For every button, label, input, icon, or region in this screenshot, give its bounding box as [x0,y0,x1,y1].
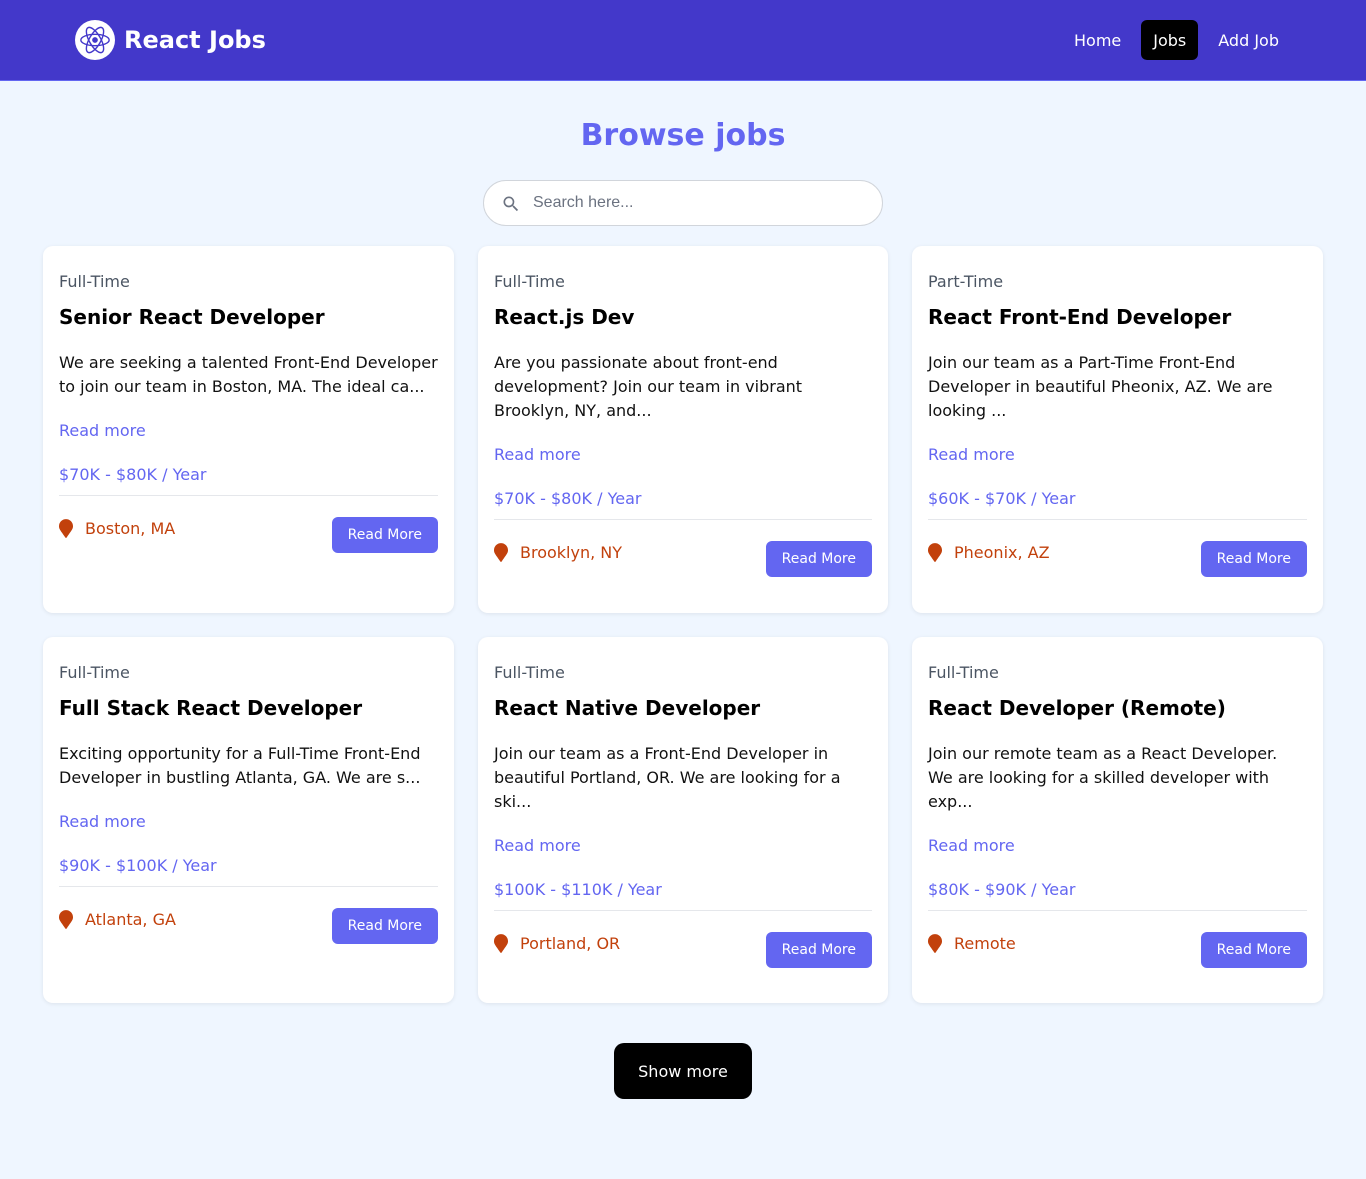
read-more-button[interactable]: Read More [1200,541,1307,577]
job-location: Portland, OR [494,934,620,953]
read-more-button[interactable]: Read More [331,517,438,553]
job-type: Full-Time [928,663,999,682]
read-more-button[interactable]: Read More [331,908,438,944]
nav-home[interactable]: Home [1062,20,1133,60]
job-location: Boston, MA [59,519,175,538]
job-grid: Full-Time Senior React Developer We are se… [43,246,1323,1003]
job-salary: $70K - $80K / Year [59,465,207,484]
job-location: Brooklyn, NY [494,543,622,562]
card-footer: Brooklyn, NY Read More [494,541,872,577]
read-more-link[interactable]: Read more [59,810,146,834]
search-input[interactable] [533,183,863,223]
job-location: Remote [928,934,1016,953]
read-more-link[interactable]: Read more [928,443,1015,467]
map-pin-icon [928,934,942,953]
job-card: Full-Time React.js Dev Are you passionate … [478,246,888,613]
job-description: Are you passionate about front-end devel… [494,353,803,420]
card-footer: Remote Read More [928,932,1307,968]
read-more-button[interactable]: Read More [765,541,872,577]
job-location-text: Remote [954,934,1016,953]
job-salary: $60K - $70K / Year [928,489,1076,508]
brand-link[interactable]: React Jobs [75,20,266,60]
job-type: Full-Time [494,663,565,682]
brand-name: React Jobs [124,26,266,54]
job-card: Full-Time React Native Developer Join our … [478,637,888,1003]
job-salary: $70K - $80K / Year [494,489,642,508]
job-card: Full-Time Full Stack React Developer Excit… [43,637,454,1003]
search-icon [503,196,519,212]
job-salary: $100K - $110K / Year [494,880,662,899]
job-location-text: Boston, MA [85,519,176,538]
divider [59,495,438,496]
divider [928,519,1307,520]
nav-add-job[interactable]: Add Job [1206,20,1291,60]
job-description: Join our team as a Part-Time Front-End D… [928,353,1273,420]
map-pin-icon [494,543,508,562]
job-title: Senior React Developer [59,305,325,329]
divider [59,886,438,887]
job-location-text: Portland, OR [520,934,621,953]
job-card: Full-Time Senior React Developer We are se… [43,246,454,613]
nav-links: Home Jobs Add Job [1062,20,1291,60]
job-title: React Native Developer [494,696,761,720]
job-type: Part-Time [928,272,1004,291]
job-location-text: Brooklyn, NY [520,543,623,562]
map-pin-icon [928,543,942,562]
search-box [483,180,883,226]
map-pin-icon [59,519,73,538]
card-footer: Pheonix, AZ Read More [928,541,1307,577]
job-title: React Developer (Remote) [928,696,1226,720]
job-card: Full-Time React Developer (Remote) Join ou… [912,637,1323,1003]
map-pin-icon [59,910,73,929]
job-location: Pheonix, AZ [928,543,1050,562]
job-title: Full Stack React Developer [59,696,363,720]
read-more-link[interactable]: Read more [494,443,581,467]
card-footer: Atlanta, GA Read More [59,908,438,944]
read-more-link[interactable]: Read more [928,834,1015,858]
job-description: We are seeking a talented Front-End Deve… [59,353,438,396]
card-footer: Portland, OR Read More [494,932,872,968]
divider [494,519,872,520]
job-location-text: Atlanta, GA [85,910,176,929]
job-title: React.js Dev [494,305,635,329]
job-type: Full-Time [494,272,565,291]
job-salary: $90K - $100K / Year [59,856,217,875]
map-pin-icon [494,934,508,953]
read-more-button[interactable]: Read More [1200,932,1307,968]
read-more-button[interactable]: Read More [765,932,872,968]
job-description: Join our remote team as a React Develope… [928,744,1278,811]
show-more-button[interactable]: Show more [614,1043,752,1099]
job-description: Exciting opportunity for a Full-Time Fro… [59,744,421,787]
job-description: Join our team as a Front-End Developer i… [494,744,841,811]
read-more-link[interactable]: Read more [59,419,146,443]
react-logo-icon [75,20,115,60]
job-type: Full-Time [59,663,130,682]
job-location-text: Pheonix, AZ [954,543,1050,562]
navbar: React Jobs Home Jobs Add Job [0,0,1366,81]
divider [928,910,1307,911]
read-more-link[interactable]: Read more [494,834,581,858]
card-footer: Boston, MA Read More [59,517,438,553]
page-title: Browse jobs [580,118,786,153]
job-salary: $80K - $90K / Year [928,880,1076,899]
nav-jobs[interactable]: Jobs [1141,20,1199,60]
divider [494,910,872,911]
job-location: Atlanta, GA [59,910,176,929]
job-card: Part-Time React Front-End Developer Join o… [912,246,1323,613]
job-type: Full-Time [59,272,130,291]
job-title: React Front-End Developer [928,305,1232,329]
